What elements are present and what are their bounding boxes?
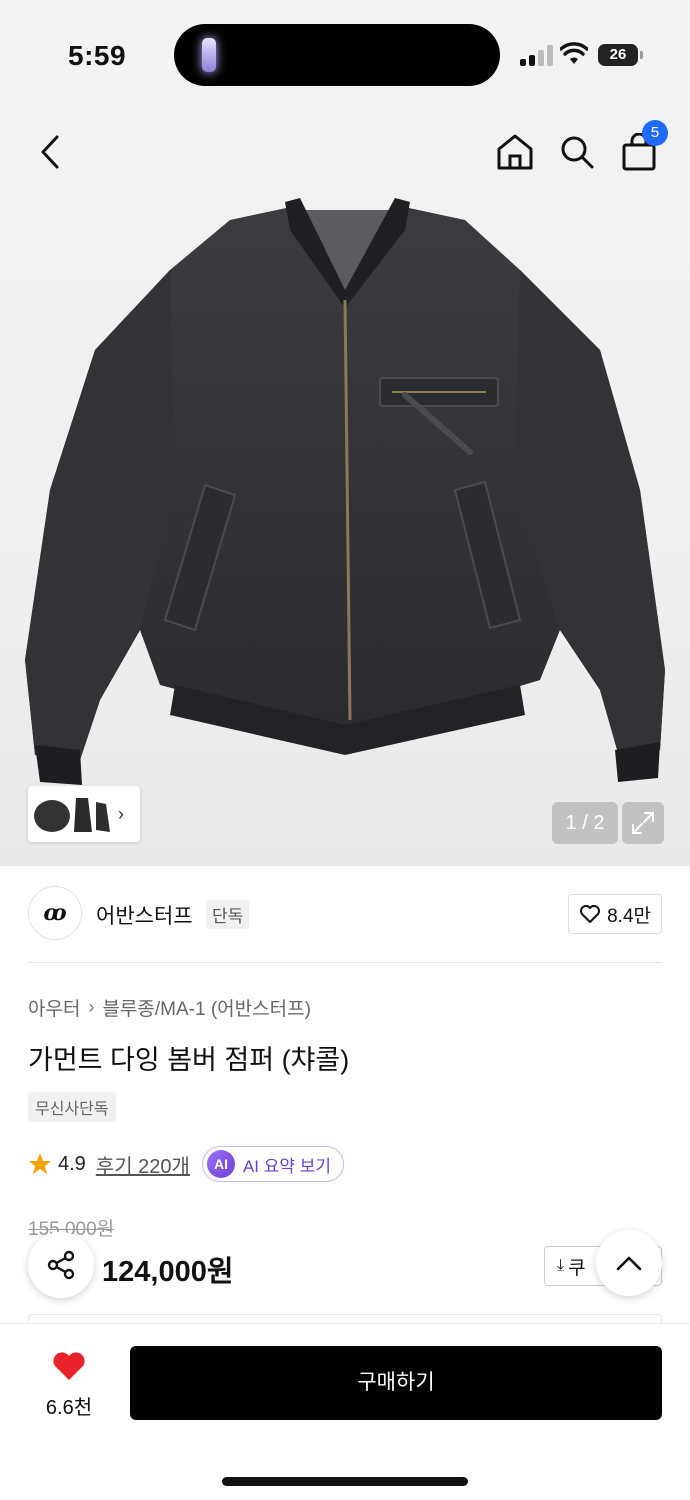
chevron-right-icon: › xyxy=(118,803,124,824)
rating-row: 4.9 후기 220개 AI AI 요약 보기 xyxy=(28,1146,345,1182)
home-button[interactable] xyxy=(494,130,536,174)
status-time: 5:59 xyxy=(68,40,127,71)
scroll-top-button[interactable] xyxy=(596,1230,662,1296)
brand-exclusive-tag: 단독 xyxy=(206,900,250,929)
cart-button[interactable]: 5 xyxy=(618,120,668,174)
exclusive-tag: 무신사단독 xyxy=(28,1092,116,1122)
search-icon xyxy=(561,136,594,169)
product-image[interactable] xyxy=(0,190,690,800)
heart-outline-icon xyxy=(580,905,601,923)
home-indicator xyxy=(222,1477,468,1486)
top-nav: 5 xyxy=(0,120,690,184)
ai-icon: AI xyxy=(206,1150,235,1178)
back-button[interactable] xyxy=(32,130,68,174)
image-counter: 1 / 2 xyxy=(552,802,618,844)
like-count: 6.6천 xyxy=(45,1397,93,1419)
sale-price: 124,000원 xyxy=(102,1256,234,1288)
share-icon xyxy=(47,1250,75,1280)
breadcrumb-category[interactable]: 아우터 xyxy=(28,994,80,1021)
rating-value: 4.9 xyxy=(58,1152,86,1175)
share-button[interactable] xyxy=(28,1232,94,1298)
dynamic-island xyxy=(174,24,500,86)
signal-icon xyxy=(520,44,553,66)
divider xyxy=(28,962,662,963)
brand-like-count: 8.4만 xyxy=(607,905,651,927)
expand-button[interactable] xyxy=(622,802,664,844)
battery-icon: 26 xyxy=(598,44,638,66)
chevron-up-icon xyxy=(616,1256,642,1271)
review-link[interactable]: 후기 220개 xyxy=(96,1150,190,1179)
star-icon xyxy=(29,1153,51,1174)
thumbnail-strip[interactable]: › xyxy=(28,786,140,842)
home-icon xyxy=(497,134,533,170)
brand-name[interactable]: 어반스터프 xyxy=(96,900,193,930)
ai-summary-label: AI 요약 보기 xyxy=(242,1156,332,1176)
chevron-right-icon: › xyxy=(88,997,95,1017)
chevron-left-icon xyxy=(41,135,59,169)
brand-like-button[interactable]: 8.4만 xyxy=(568,894,662,934)
like-button[interactable]: 6.6천 xyxy=(28,1350,110,1420)
battery-tip xyxy=(640,51,643,59)
ai-summary-button[interactable]: AI AI 요약 보기 xyxy=(201,1146,345,1182)
product-title: 가먼트 다잉 봄버 점퍼 (챠콜) xyxy=(28,1045,350,1075)
cart-count-badge: 5 xyxy=(642,120,668,146)
download-icon: ⤓ xyxy=(557,1257,565,1274)
expand-icon xyxy=(632,812,654,834)
coupon-label: 쿠 xyxy=(568,1257,586,1279)
search-button[interactable] xyxy=(556,130,598,174)
heart-filled-icon xyxy=(53,1352,85,1380)
thumbnail-image xyxy=(34,798,110,832)
bottom-action-bar: 6.6천 구매하기 xyxy=(0,1324,690,1500)
flashlight-icon xyxy=(202,38,216,72)
breadcrumb: 아우터 › 블루종/MA-1 (어반스터프) xyxy=(28,994,311,1021)
status-bar: 5:59 26 xyxy=(0,0,690,110)
wifi-icon xyxy=(560,42,588,64)
breadcrumb-subcategory[interactable]: 블루종/MA-1 (어반스터프) xyxy=(102,994,310,1021)
brand-logo[interactable]: ꝏ xyxy=(28,886,82,940)
brand-row[interactable]: ꝏ 어반스터프 단독 8.4만 xyxy=(28,886,662,942)
buy-button[interactable]: 구매하기 xyxy=(130,1346,662,1420)
